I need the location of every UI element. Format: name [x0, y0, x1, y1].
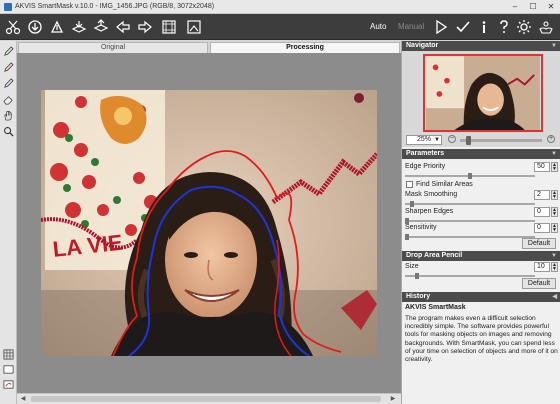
edge-priority-input[interactable]: 50	[534, 162, 550, 172]
save-image-icon[interactable]	[48, 18, 66, 36]
apply-check-icon[interactable]	[454, 18, 472, 36]
slider-knob[interactable]	[415, 273, 419, 279]
mask-smoothing-slider[interactable]	[405, 201, 558, 207]
window-title: AKVIS SmartMask v.10.0 - IMG_1456.JPG (R…	[15, 3, 215, 10]
minimize-button[interactable]: –	[506, 0, 524, 14]
show-mask-icon[interactable]	[2, 363, 15, 376]
edge-priority-label: Edge Priority	[405, 163, 446, 170]
donate-hands-icon[interactable]	[537, 18, 555, 36]
toolbar: Auto Manual	[0, 14, 560, 40]
sensitivity-spinner[interactable]: ▲ ▼	[551, 223, 558, 233]
collapse-icon[interactable]: ▼	[551, 251, 557, 261]
redo-arrow-icon[interactable]	[136, 18, 154, 36]
drop-area-header[interactable]: Drop Area Pencil ▼	[402, 251, 560, 261]
zoom-out-icon[interactable]: −	[448, 135, 456, 143]
zoom-dropdown[interactable]: 25% ▼	[406, 135, 442, 145]
zoom-slider[interactable]	[460, 136, 542, 145]
sharpen-edges-spinner[interactable]: ▲ ▼	[551, 207, 558, 217]
view-tabs: Original Processing	[17, 41, 401, 53]
run-play-icon[interactable]	[432, 18, 450, 36]
scissors-icon[interactable]	[4, 18, 22, 36]
show-strokes-icon[interactable]	[2, 378, 15, 391]
size-row: Size 10 ▲ ▼	[405, 262, 558, 272]
zoom-value: 25%	[417, 136, 432, 143]
slider-knob[interactable]	[405, 234, 409, 240]
edge-priority-spinner[interactable]: ▲ ▼	[551, 162, 558, 172]
keep-pencil-icon[interactable]	[2, 45, 15, 58]
drop-area-title: Drop Area Pencil	[406, 252, 463, 259]
chevron-down-icon: ▼	[434, 137, 440, 143]
size-label: Size	[405, 263, 419, 270]
background-library-icon[interactable]	[160, 18, 178, 36]
tool-strip	[0, 41, 17, 404]
find-similar-label: Find Similar Areas	[416, 181, 473, 188]
hand-icon[interactable]	[2, 109, 15, 122]
grid-view-icon[interactable]	[2, 348, 15, 361]
tab-processing[interactable]: Processing	[210, 42, 400, 53]
size-spinner[interactable]: ▲ ▼	[551, 262, 558, 272]
close-button[interactable]: ✕	[542, 0, 560, 14]
scroll-left-icon[interactable]: ◀	[19, 395, 27, 403]
parameters-header[interactable]: Parameters ▼	[402, 149, 560, 159]
zoom-slider-knob[interactable]	[466, 136, 471, 145]
tab-original[interactable]: Original	[18, 42, 208, 53]
sharpen-edges-label: Sharpen Edges	[405, 208, 454, 215]
mask-smoothing-spinner[interactable]: ▲ ▼	[551, 190, 558, 200]
size-input[interactable]: 10	[534, 262, 550, 272]
parameters-default-button[interactable]: Default	[522, 238, 556, 249]
sharpen-edges-row: Sharpen Edges 0 ▲ ▼	[405, 207, 558, 217]
sensitivity-label: Sensitivity	[405, 224, 437, 231]
edge-priority-slider[interactable]	[405, 173, 558, 179]
maximize-button[interactable]: ☐	[524, 0, 542, 14]
mode-manual[interactable]: Manual	[398, 22, 424, 31]
find-similar-row: Find Similar Areas	[405, 180, 558, 189]
sensitivity-row: Sensitivity 0 ▲ ▼	[405, 223, 558, 233]
history-description: The program makes even a difficult selec…	[405, 315, 558, 364]
parameters-title: Parameters	[406, 150, 445, 157]
history-title: History	[406, 293, 431, 300]
magic-brush-icon[interactable]	[2, 77, 15, 90]
undo-arrow-icon[interactable]	[114, 18, 132, 36]
horizontal-scrollbar[interactable]: ◀ ▶	[17, 393, 401, 404]
photo[interactable]: LA VIE	[41, 90, 377, 356]
image-canvas[interactable]: LA VIE	[17, 53, 401, 393]
expand-icon[interactable]: ◀	[552, 292, 557, 302]
crop-image-icon[interactable]	[185, 18, 203, 36]
find-similar-checkbox[interactable]	[406, 181, 413, 188]
open-image-icon[interactable]	[26, 18, 44, 36]
scroll-right-icon[interactable]: ▶	[389, 395, 397, 403]
info-icon[interactable]	[475, 18, 493, 36]
history-heading: AKVIS SmartMask	[405, 304, 466, 311]
mode-auto[interactable]: Auto	[370, 22, 386, 31]
mask-smoothing-row: Mask Smoothing 2 ▲ ▼	[405, 190, 558, 200]
zoom-in-icon[interactable]: +	[547, 135, 555, 143]
eraser-icon[interactable]	[2, 93, 15, 106]
scroll-thumb[interactable]	[31, 396, 381, 402]
navigator-thumbnail[interactable]	[423, 54, 543, 132]
zoom-icon[interactable]	[2, 125, 15, 138]
drop-pencil-icon[interactable]	[2, 61, 15, 74]
save-mask-icon[interactable]	[92, 18, 110, 36]
sensitivity-input[interactable]: 0	[534, 223, 550, 233]
right-panel: Navigator ▼ 25% ▼ − + Parameters ▼ Edge …	[401, 41, 560, 404]
collapse-icon[interactable]: ▼	[551, 41, 557, 51]
edge-priority-row: Edge Priority 50 ▲ ▼	[405, 162, 558, 172]
navigator-area: 25% ▼ − +	[402, 51, 560, 147]
slider-knob[interactable]	[468, 173, 472, 179]
mask-smoothing-label: Mask Smoothing	[405, 191, 458, 198]
title-bar: AKVIS SmartMask v.10.0 - IMG_1456.JPG (R…	[0, 0, 560, 14]
navigator-title: Navigator	[406, 42, 439, 49]
settings-gear-icon[interactable]	[515, 18, 533, 36]
navigator-header[interactable]: Navigator ▼	[402, 41, 560, 51]
sharpen-edges-input[interactable]: 0	[534, 207, 550, 217]
collapse-icon[interactable]: ▼	[551, 149, 557, 159]
drop-area-default-button[interactable]: Default	[522, 278, 556, 289]
history-header[interactable]: History ◀	[402, 292, 560, 302]
help-icon[interactable]	[495, 18, 513, 36]
mask-smoothing-input[interactable]: 2	[534, 190, 550, 200]
load-mask-icon[interactable]	[70, 18, 88, 36]
app-icon	[4, 2, 12, 11]
